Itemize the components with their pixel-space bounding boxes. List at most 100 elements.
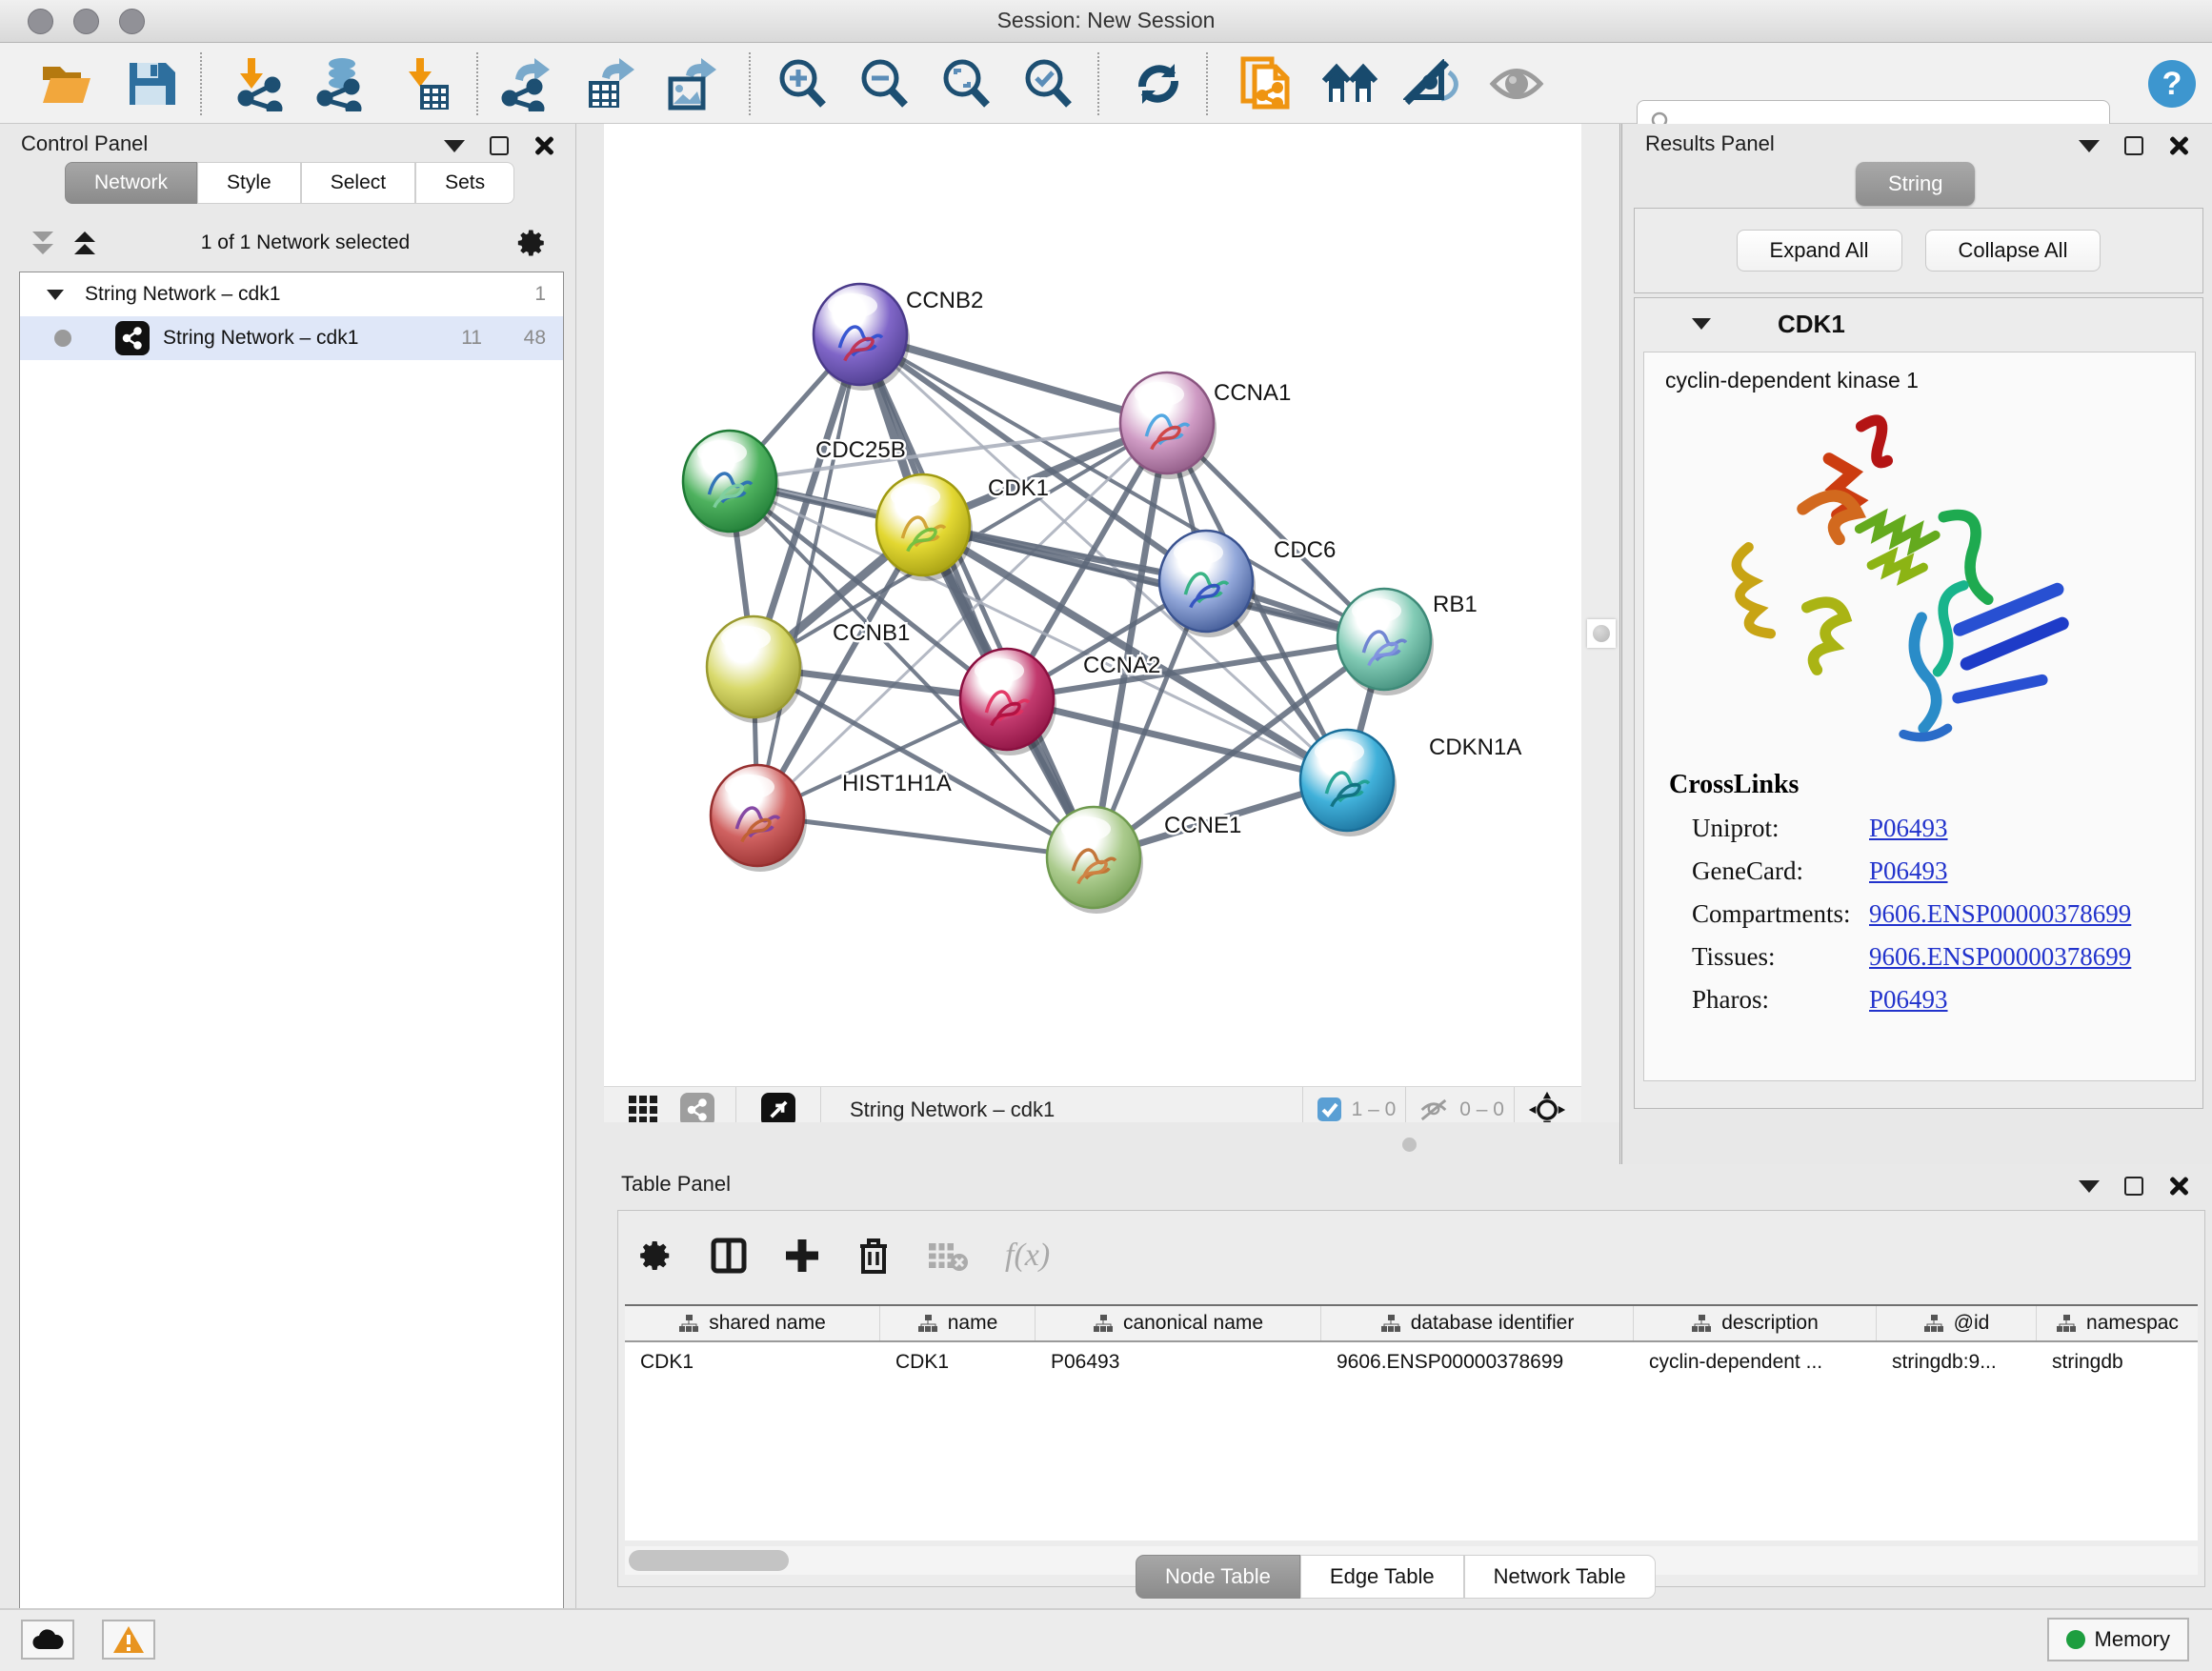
panel-menu-icon[interactable]: [2079, 140, 2100, 152]
splitter-handle[interactable]: [1587, 619, 1616, 648]
tab-network-table[interactable]: Network Table: [1464, 1555, 1656, 1599]
warnings-button[interactable]: [102, 1620, 155, 1660]
float-panel-icon[interactable]: [2124, 136, 2143, 155]
zoom-out-button[interactable]: [854, 54, 915, 113]
export-network-button[interactable]: [496, 54, 557, 113]
network-node-CDK1[interactable]: [876, 474, 973, 581]
toggle-glass-look-button[interactable]: [1486, 54, 1547, 113]
show-hide-glass-button[interactable]: [1400, 54, 1461, 113]
network-edge-count: 48: [524, 327, 546, 350]
selected-checkbox-icon[interactable]: [1317, 1097, 1342, 1122]
left-splitter[interactable]: [576, 124, 604, 1608]
tab-sets[interactable]: Sets: [415, 162, 514, 204]
scrollbar-thumb[interactable]: [629, 1550, 789, 1571]
import-table-file-button[interactable]: [395, 54, 456, 113]
right-splitter[interactable]: [1581, 124, 1619, 1122]
close-panel-icon[interactable]: [2168, 135, 2189, 156]
close-panel-icon[interactable]: [533, 135, 554, 156]
column-header-id[interactable]: @id: [1877, 1306, 2037, 1340]
down-arrow-icon: [409, 58, 432, 87]
network-edge-CCNB2-HIST1H1A[interactable]: [757, 334, 860, 815]
column-header-namespace[interactable]: namespac: [2037, 1306, 2198, 1340]
network-edge-CCNA1-HIST1H1A[interactable]: [757, 423, 1167, 815]
expand-all-networks-icon[interactable]: [74, 232, 95, 254]
crosslink-tissues-link[interactable]: 9606.ENSP00000378699: [1869, 942, 2131, 972]
network-row[interactable]: String Network – cdk1 11 48: [20, 316, 563, 360]
tab-node-table[interactable]: Node Table: [1136, 1555, 1300, 1599]
network-node-CCNA2[interactable]: [960, 649, 1056, 755]
column-header-database-identifier[interactable]: database identifier: [1321, 1306, 1634, 1340]
column-header-canonical-name[interactable]: canonical name: [1036, 1306, 1321, 1340]
crosslink-uniprot-link[interactable]: P06493: [1869, 814, 1948, 843]
export-image-button[interactable]: [661, 54, 722, 113]
expand-all-button[interactable]: Expand All: [1737, 230, 1902, 272]
column-header-description[interactable]: description: [1634, 1306, 1877, 1340]
collapse-protein-icon[interactable]: [1692, 318, 1711, 330]
network-node-CCNA1[interactable]: [1120, 372, 1217, 479]
delete-table-icon[interactable]: [927, 1239, 969, 1272]
clone-network-button[interactable]: [1237, 54, 1297, 113]
cell-description[interactable]: cyclin-dependent ...: [1634, 1351, 1877, 1374]
results-panel: Results Panel String Expand All Collapse…: [1619, 124, 2212, 1164]
cell-id[interactable]: stringdb:9...: [1877, 1351, 2037, 1374]
panel-menu-icon[interactable]: [2079, 1180, 2100, 1193]
tab-network[interactable]: Network: [65, 162, 197, 204]
float-panel-icon[interactable]: [490, 136, 509, 155]
cell-namespace[interactable]: stringdb: [2037, 1351, 2198, 1374]
cell-name[interactable]: CDK1: [880, 1351, 1036, 1374]
network-node-CCNE1[interactable]: [1047, 807, 1143, 914]
export-table-button[interactable]: [579, 54, 640, 113]
float-panel-icon[interactable]: [2124, 1177, 2143, 1196]
network-node-CDC25B[interactable]: [683, 431, 779, 537]
help-button[interactable]: ?: [2142, 54, 2202, 113]
gear-icon[interactable]: [515, 227, 548, 259]
import-network-database-button[interactable]: [310, 54, 371, 113]
crosslink-genecard-link[interactable]: P06493: [1869, 856, 1948, 886]
table-row[interactable]: CDK1 CDK1 P06493 9606.ENSP00000378699 cy…: [625, 1342, 2198, 1382]
network-collection-row[interactable]: String Network – cdk1 1: [20, 272, 563, 316]
delete-column-icon[interactable]: [856, 1237, 891, 1275]
collapse-all-networks-icon[interactable]: [32, 232, 53, 254]
network-node-CDKN1A[interactable]: [1300, 730, 1397, 836]
toolbar-separator: [200, 52, 202, 115]
column-header-shared-name[interactable]: shared name: [625, 1306, 880, 1340]
save-session-button[interactable]: [120, 54, 181, 113]
string-home-button[interactable]: [1320, 54, 1381, 113]
column-header-name[interactable]: name: [880, 1306, 1036, 1340]
zoom-selected-button[interactable]: [1017, 54, 1078, 113]
network-edge-HIST1H1A-CCNE1[interactable]: [757, 815, 1094, 857]
export-arrow-icon: [602, 58, 634, 81]
protein-header[interactable]: CDK1: [1635, 298, 2202, 350]
zoom-in-button[interactable]: [772, 54, 833, 113]
cloud-status-button[interactable]: [21, 1620, 74, 1660]
cell-database-identifier[interactable]: 9606.ENSP00000378699: [1321, 1351, 1634, 1374]
zoom-fit-button[interactable]: [935, 54, 996, 113]
crosslink-compartments-link[interactable]: 9606.ENSP00000378699: [1869, 899, 2131, 929]
network-node-RB1[interactable]: [1337, 589, 1434, 695]
table-settings-gear-icon[interactable]: [637, 1238, 674, 1274]
collection-expand-icon[interactable]: [47, 290, 64, 300]
add-column-icon[interactable]: [784, 1238, 820, 1274]
cell-canonical-name[interactable]: P06493: [1036, 1351, 1321, 1374]
network-node-HIST1H1A[interactable]: [711, 765, 807, 872]
tab-style[interactable]: Style: [197, 162, 301, 204]
close-panel-icon[interactable]: [2168, 1176, 2189, 1197]
column-type-icon: [1691, 1314, 1712, 1333]
network-canvas[interactable]: CCNB2CCNA1CDC25BCDK1CDC6RB1CCNB1CCNA2CDK…: [604, 124, 1581, 1086]
collapse-all-button[interactable]: Collapse All: [1925, 230, 2101, 272]
cell-shared-name[interactable]: CDK1: [625, 1351, 880, 1374]
splitter-handle-dot[interactable]: [1402, 1137, 1417, 1152]
network-node-CCNB2[interactable]: [814, 284, 910, 391]
tab-string[interactable]: String: [1856, 162, 1975, 206]
birds-eye-view-icon[interactable]: [627, 1094, 659, 1126]
open-session-button[interactable]: [36, 54, 97, 113]
show-columns-icon[interactable]: [710, 1237, 748, 1275]
tab-edge-table[interactable]: Edge Table: [1300, 1555, 1464, 1599]
import-network-file-button[interactable]: [229, 54, 290, 113]
tab-select[interactable]: Select: [301, 162, 415, 204]
memory-button[interactable]: Memory: [2047, 1618, 2189, 1661]
refresh-view-button[interactable]: [1128, 54, 1189, 113]
crosslink-pharos-link[interactable]: P06493: [1869, 985, 1948, 1015]
panel-menu-icon[interactable]: [444, 140, 465, 152]
network-node-CCNB1[interactable]: [707, 616, 803, 723]
